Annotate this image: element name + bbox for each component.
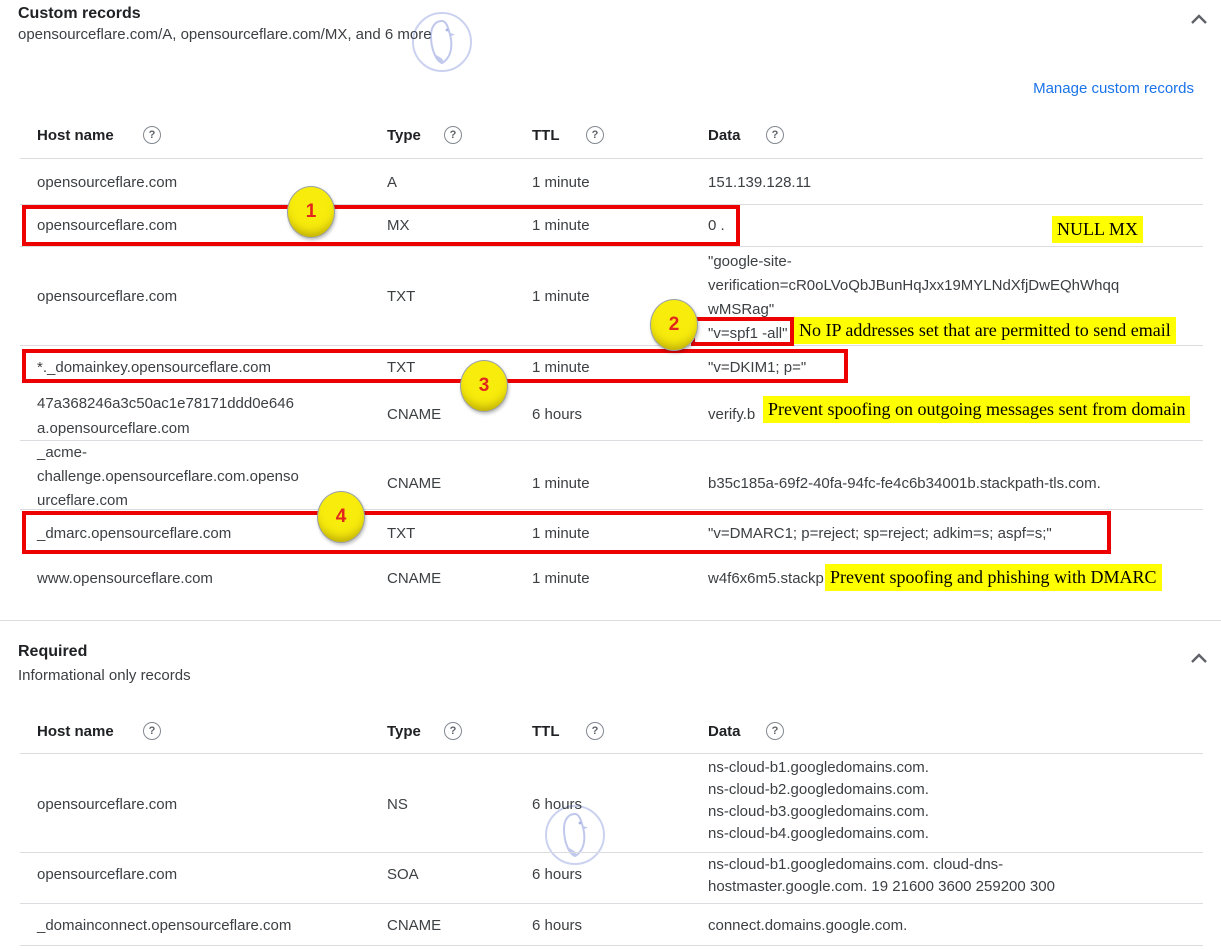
annotation-badge-1: 1 (287, 186, 335, 238)
section-divider (0, 620, 1221, 621)
host-line: challenge.opensourceflare.com.openso (37, 465, 299, 489)
type-cell: CNAME (387, 402, 441, 427)
type-cell: TXT (387, 284, 415, 309)
row-divider (20, 945, 1203, 946)
row-divider (20, 246, 1203, 247)
row-divider (20, 753, 1203, 754)
data-cell: verify.b (708, 402, 755, 427)
annotation-box-dmarc-row (22, 511, 1111, 554)
data-line: ns-cloud-b4.googledomains.com. (708, 823, 929, 845)
type-cell: CNAME (387, 913, 441, 938)
host-name-cell: opensourceflare.com (37, 284, 177, 309)
column-header-ttl: TTL (532, 123, 560, 148)
ttl-cell: 1 minute (532, 284, 590, 309)
type-cell: CNAME (387, 566, 441, 591)
host-name-cell: opensourceflare.com (37, 862, 177, 887)
collapse-required-chevron-up-icon[interactable] (1186, 648, 1212, 670)
host-name-cell: _acme- challenge.opensourceflare.com.ope… (37, 441, 299, 513)
annotation-box-mx-row (22, 205, 740, 246)
ttl-cell: 6 hours (532, 913, 582, 938)
ttl-cell: 1 minute (532, 471, 590, 496)
required-title: Required (18, 641, 87, 663)
column-header-ttl: TTL (532, 719, 560, 744)
annotation-label-dmarc: Prevent spoofing and phishing with DMARC (825, 564, 1162, 591)
annotation-box-spf-value (691, 317, 794, 346)
data-cell: w4f6x6m5.stackp (708, 566, 824, 591)
data-line: ns-cloud-b1.googledomains.com. cloud-dns… (708, 854, 1055, 876)
ttl-cell: 6 hours (532, 792, 582, 817)
help-icon[interactable]: ? (143, 722, 161, 740)
help-icon[interactable]: ? (143, 126, 161, 144)
row-divider (20, 852, 1203, 853)
data-line: hostmaster.google.com. 19 21600 3600 259… (708, 876, 1055, 898)
column-header-host-name: Host name (37, 123, 114, 148)
column-header-host-name: Host name (37, 719, 114, 744)
annotation-badge-4: 4 (317, 491, 365, 543)
data-line: ns-cloud-b1.googledomains.com. (708, 757, 929, 779)
type-cell: SOA (387, 862, 419, 887)
help-icon[interactable]: ? (586, 722, 604, 740)
data-line: "google-site- (708, 250, 1119, 274)
column-header-data: Data (708, 123, 741, 148)
data-line: ns-cloud-b2.googledomains.com. (708, 779, 929, 801)
data-cell: connect.domains.google.com. (708, 913, 907, 938)
host-line: urceflare.com (37, 489, 299, 513)
help-icon[interactable]: ? (444, 126, 462, 144)
annotation-label-spf: No IP addresses set that are permitted t… (794, 317, 1176, 344)
row-divider (20, 158, 1203, 159)
ttl-cell: 1 minute (532, 566, 590, 591)
host-line: a.opensourceflare.com (37, 416, 294, 441)
manage-custom-records-link[interactable]: Manage custom records (1033, 79, 1194, 99)
ttl-cell: 6 hours (532, 402, 582, 427)
data-cell: b35c185a-69f2-40fa-94fc-fe4c6b34001b.sta… (708, 471, 1101, 496)
collapse-custom-chevron-up-icon[interactable] (1186, 9, 1212, 31)
custom-records-subtitle: opensourceflare.com/A, opensourceflare.c… (18, 25, 432, 45)
annotation-label-dkim: Prevent spoofing on outgoing messages se… (763, 396, 1190, 423)
custom-records-title: Custom records (18, 3, 141, 25)
data-line: verification=cR0oLVoQbJBunHqJxx19MYLNdXf… (708, 274, 1119, 298)
ttl-cell: 1 minute (532, 170, 590, 195)
column-header-type: Type (387, 719, 421, 744)
data-line: ns-cloud-b3.googledomains.com. (708, 801, 929, 823)
help-icon[interactable]: ? (766, 126, 784, 144)
type-cell: NS (387, 792, 408, 817)
host-line: _acme- (37, 441, 299, 465)
host-name-cell: opensourceflare.com (37, 170, 177, 195)
host-name-cell: www.opensourceflare.com (37, 566, 213, 591)
type-cell: CNAME (387, 471, 441, 496)
dns-records-page: Custom records opensourceflare.com/A, op… (0, 0, 1221, 950)
help-icon[interactable]: ? (586, 126, 604, 144)
type-cell: A (387, 170, 397, 195)
required-subtitle: Informational only records (18, 666, 191, 686)
annotation-badge-2: 2 (650, 299, 698, 351)
data-cell: ns-cloud-b1.googledomains.com. cloud-dns… (708, 854, 1055, 898)
help-icon[interactable]: ? (444, 722, 462, 740)
host-name-cell: 47a368246a3c50ac1e78171ddd0e646 a.openso… (37, 391, 294, 441)
host-line: 47a368246a3c50ac1e78171ddd0e646 (37, 391, 294, 416)
annotation-label-null-mx: NULL MX (1052, 216, 1143, 243)
annotation-badge-3: 3 (460, 360, 508, 412)
data-cell: 151.139.128.11 (708, 170, 811, 195)
ttl-cell: 6 hours (532, 862, 582, 887)
host-name-cell: _domainconnect.opensourceflare.com (37, 913, 291, 938)
data-cell: ns-cloud-b1.googledomains.com. ns-cloud-… (708, 757, 929, 845)
column-header-type: Type (387, 123, 421, 148)
host-name-cell: opensourceflare.com (37, 792, 177, 817)
row-divider (20, 903, 1203, 904)
help-icon[interactable]: ? (766, 722, 784, 740)
column-header-data: Data (708, 719, 741, 744)
annotation-box-dkim-row (22, 349, 848, 383)
